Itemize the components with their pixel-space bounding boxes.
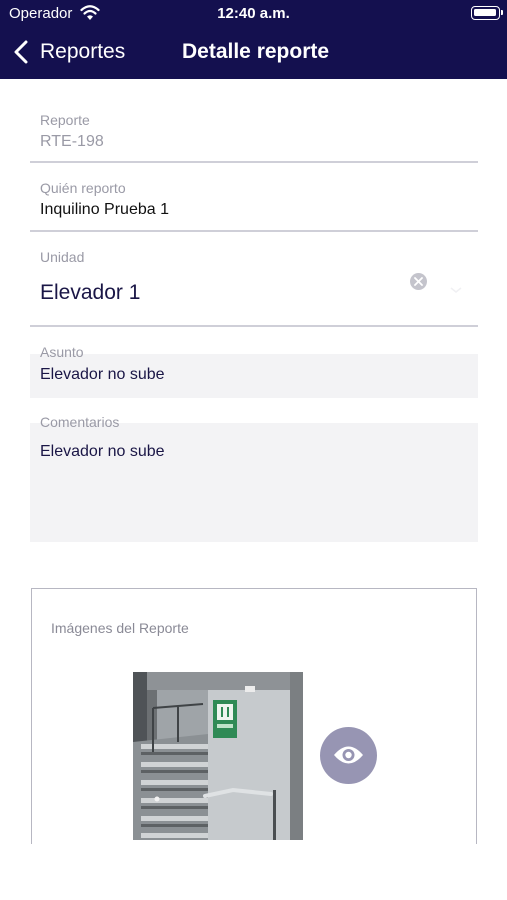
reporte-label: Reporte: [40, 112, 90, 128]
status-time: 12:40 a.m.: [217, 5, 290, 22]
comentarios-field[interactable]: Comentarios Elevador no sube: [30, 410, 478, 542]
asunto-label: Asunto: [40, 344, 84, 360]
quien-reporto-label: Quién reporto: [40, 180, 126, 196]
eye-icon: [334, 746, 363, 764]
reporte-value: RTE-198: [40, 133, 104, 150]
navigation-bar: Operador 12:40 a.m. Reportes Detalle rep…: [0, 0, 507, 79]
page-title: Detalle reporte: [182, 40, 330, 63]
chevron-down-icon[interactable]: [450, 287, 462, 293]
unidad-label: Unidad: [40, 249, 85, 265]
battery-icon: [471, 6, 503, 20]
comentarios-label: Comentarios: [40, 414, 120, 430]
unidad-divider: [30, 325, 478, 327]
status-bar: Operador 12:40 a.m.: [0, 0, 507, 28]
report-images-card: Imágenes del Reporte: [31, 588, 477, 844]
report-images-title: Imágenes del Reporte: [51, 620, 189, 636]
unidad-select[interactable]: Unidad Elevador 1: [30, 235, 478, 329]
back-button[interactable]: Reportes: [12, 36, 125, 68]
clear-circle-icon[interactable]: [410, 273, 427, 290]
back-button-label: Reportes: [40, 40, 126, 63]
report-image-thumbnail[interactable]: [133, 672, 303, 840]
chevron-left-icon: [14, 40, 28, 64]
quien-reporto-value: Inquilino Prueba 1: [40, 201, 169, 218]
quien-reporto-field: Quién reporto Inquilino Prueba 1: [30, 166, 478, 233]
stairwell-photo: [133, 672, 303, 840]
comentarios-textarea[interactable]: Elevador no sube: [40, 443, 165, 461]
reporte-field: Reporte RTE-198: [30, 100, 478, 164]
quien-reporto-divider: [30, 230, 478, 232]
reporte-divider: [30, 161, 478, 163]
comentarios-input-background: [30, 423, 478, 542]
unidad-value[interactable]: Elevador 1: [40, 281, 140, 305]
asunto-field[interactable]: Asunto Elevador no sube: [30, 340, 478, 398]
view-image-button[interactable]: [320, 727, 377, 784]
asunto-input[interactable]: Elevador no sube: [40, 366, 165, 384]
